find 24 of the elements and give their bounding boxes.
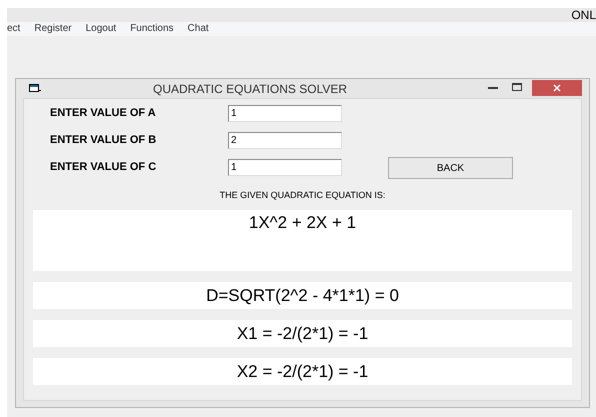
- menu-item[interactable]: Functions: [130, 24, 174, 34]
- field-label: ENTER VALUE OF A: [49, 108, 157, 119]
- equation-display: 1X^2 + 2X + 1: [33, 210, 572, 271]
- menu-item[interactable]: Chat: [188, 24, 209, 34]
- menu-item[interactable]: Logout: [86, 24, 116, 34]
- minimize-icon[interactable]: [488, 87, 498, 90]
- menu-item[interactable]: Register: [34, 24, 72, 34]
- result-display: X1 = -2/(2*1) = -1: [33, 320, 572, 347]
- value-field[interactable]: 2: [228, 132, 342, 149]
- value-field[interactable]: 1: [228, 105, 342, 122]
- menu-item[interactable]: ect: [7, 24, 20, 34]
- field-label: ENTER VALUE OF C: [49, 162, 158, 173]
- result-display: D=SQRT(2^2 - 4*1*1) = 0: [33, 282, 572, 309]
- app-title: ONL: [571, 9, 596, 21]
- window-title: QUADRATIC EQUATIONS SOLVER: [153, 82, 348, 94]
- field-label: ENTER VALUE OF B: [49, 135, 158, 146]
- window-icon: [29, 84, 41, 93]
- back-button[interactable]: BACK: [388, 157, 513, 179]
- value-field[interactable]: 1: [228, 159, 342, 176]
- equation-caption: THE GIVEN QUADRATIC EQUATION IS:: [220, 191, 386, 200]
- maximize-icon[interactable]: [512, 82, 522, 90]
- result-display: X2 = -2/(2*1) = -1: [33, 358, 572, 385]
- close-icon: [553, 84, 561, 92]
- close-button[interactable]: [532, 80, 582, 96]
